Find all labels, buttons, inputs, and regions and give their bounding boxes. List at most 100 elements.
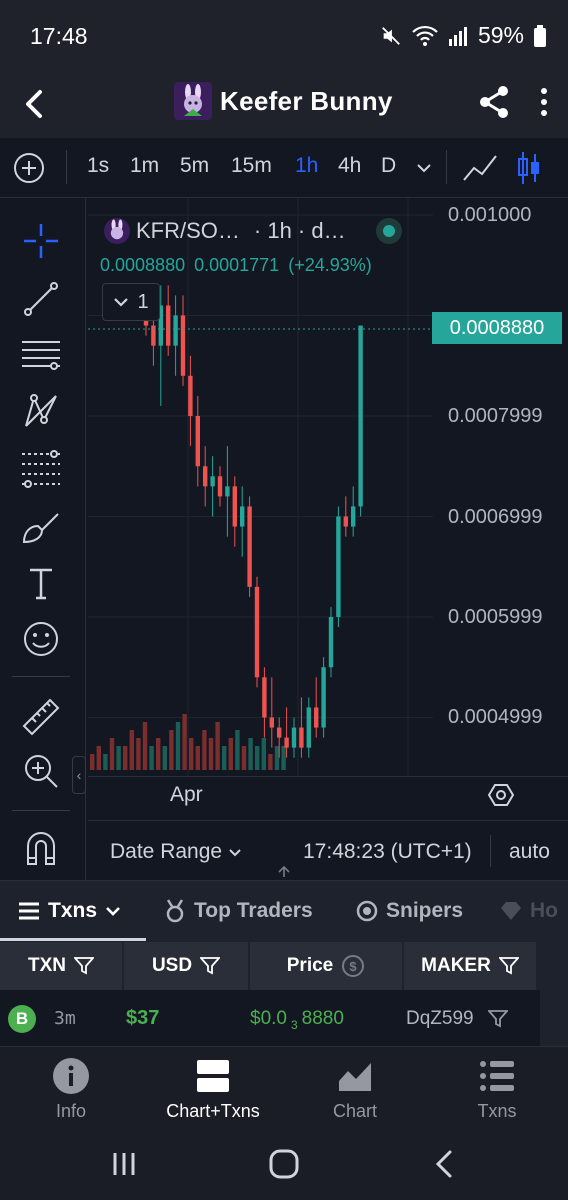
filter-icon[interactable]	[488, 1009, 508, 1029]
system-back-icon[interactable]	[430, 1148, 458, 1180]
recent-apps-icon[interactable]	[110, 1150, 138, 1178]
brush-icon[interactable]	[20, 506, 62, 548]
candle-body[interactable]	[217, 476, 223, 497]
timeframe-15m[interactable]: 15m	[231, 154, 272, 178]
candle-body[interactable]	[277, 727, 282, 738]
line-chart-icon[interactable]	[462, 152, 498, 184]
share-icon[interactable]	[476, 84, 512, 120]
indicator-toggle[interactable]: 1	[102, 283, 160, 321]
candle-body[interactable]	[188, 375, 193, 416]
time-axis-label: Apr	[170, 783, 203, 806]
text-tool-icon[interactable]	[20, 562, 62, 604]
date-range-button[interactable]: Date Range	[110, 840, 242, 864]
col-txn[interactable]: TXN	[0, 942, 122, 990]
toolbar-divider	[66, 150, 67, 184]
col-usd[interactable]: USD	[124, 942, 248, 990]
table-row[interactable]: B 3m $37 $0.0 3 8880 DqZ599	[0, 990, 540, 1046]
nav-txns[interactable]: Txns	[437, 1057, 557, 1122]
candle-body[interactable]	[166, 305, 171, 346]
trend-line-icon[interactable]	[20, 278, 62, 320]
chart-legend[interactable]: KFR/SO… · 1h · d…	[104, 218, 402, 244]
fib-retracement-icon[interactable]	[20, 448, 62, 490]
candle-body[interactable]	[180, 315, 186, 376]
timeframe-1h[interactable]: 1h	[295, 154, 318, 178]
volume-bar	[162, 746, 167, 770]
nav-label: Chart	[332, 1101, 377, 1121]
active-tab-indicator	[0, 938, 146, 941]
candle-body[interactable]	[210, 476, 215, 487]
nav-chart-txns[interactable]: Chart+Txns	[153, 1057, 273, 1122]
candle-body[interactable]	[321, 667, 326, 728]
tab-txns[interactable]: Txns	[18, 899, 121, 923]
split-view-icon	[197, 1060, 229, 1092]
volume-bar	[156, 738, 161, 770]
chart-settings-icon[interactable]	[488, 782, 514, 808]
candle-body[interactable]	[351, 506, 356, 527]
candle-body[interactable]	[291, 727, 297, 748]
candle-body[interactable]	[269, 717, 274, 728]
candle-body[interactable]	[306, 707, 311, 748]
candle-body[interactable]	[203, 466, 208, 487]
txn-maker[interactable]: DqZ599	[406, 1008, 474, 1030]
volume-bar	[96, 746, 101, 770]
tab-holders[interactable]: Ho	[500, 899, 558, 923]
tab-top-traders[interactable]: Top Traders	[164, 899, 313, 923]
battery-percent: 59%	[477, 22, 524, 48]
zoom-in-icon[interactable]	[20, 750, 62, 792]
candle-body[interactable]	[314, 707, 319, 728]
pattern-icon[interactable]	[20, 390, 62, 432]
candle-body[interactable]	[254, 586, 260, 678]
collapse-toolbar-handle[interactable]: ‹	[72, 756, 86, 794]
parallel-lines-icon[interactable]	[20, 334, 62, 376]
candle-body[interactable]	[240, 506, 245, 527]
emoji-icon[interactable]	[20, 618, 62, 660]
candle-body[interactable]	[343, 516, 348, 527]
volume-bar	[195, 746, 200, 770]
wifi-icon	[412, 25, 438, 46]
tab-snipers[interactable]: Snipers	[356, 899, 463, 923]
scale-auto-button[interactable]: auto	[509, 840, 550, 864]
app-header: Keefer Bunny	[0, 72, 568, 138]
candle-body[interactable]	[299, 727, 304, 748]
volume-bar	[175, 722, 181, 770]
timeframe-4h[interactable]: 4h	[338, 154, 361, 178]
nav-chart[interactable]: Chart	[295, 1057, 415, 1122]
col-maker[interactable]: MAKER	[404, 942, 536, 990]
candle-body[interactable]	[173, 315, 178, 346]
status-time: 17:48	[30, 23, 88, 49]
magnet-icon[interactable]	[20, 828, 62, 870]
timeframe-5m[interactable]: 5m	[180, 154, 209, 178]
legend-change-pct: (+24.93%)	[288, 255, 372, 275]
chevron-down-icon[interactable]	[416, 162, 432, 174]
more-options-icon[interactable]	[536, 84, 552, 120]
timeframe-1m[interactable]: 1m	[130, 154, 159, 178]
price-prefix: $0.0	[250, 1008, 287, 1029]
timeframe-1s[interactable]: 1s	[87, 154, 109, 178]
candle-body[interactable]	[262, 677, 267, 718]
ruler-icon[interactable]	[20, 696, 62, 738]
crosshair-icon[interactable]	[20, 220, 62, 262]
candle-body[interactable]	[284, 737, 289, 748]
candle-body[interactable]	[336, 516, 341, 618]
col-label: MAKER	[421, 955, 491, 976]
nav-info[interactable]: Info	[11, 1057, 131, 1122]
back-icon[interactable]	[18, 86, 54, 122]
home-icon[interactable]	[268, 1148, 300, 1180]
candle-body[interactable]	[225, 486, 230, 497]
col-price[interactable]: Price $	[250, 942, 402, 990]
candlestick-chart[interactable]	[88, 198, 568, 776]
medal-icon	[166, 899, 184, 923]
timeframe-d[interactable]: D	[381, 154, 396, 178]
info-icon	[53, 1058, 89, 1094]
candle-body[interactable]	[195, 416, 200, 467]
candlestick-icon[interactable]	[516, 150, 542, 186]
add-indicator-icon[interactable]	[13, 152, 45, 184]
candle-body[interactable]	[358, 325, 363, 507]
candle-body[interactable]	[328, 617, 334, 668]
candle-body[interactable]	[232, 486, 237, 527]
volume-bar	[248, 738, 253, 770]
candle-body[interactable]	[247, 506, 252, 587]
last-price-label: 0.0008880	[432, 312, 562, 344]
chevron-down-icon	[106, 907, 120, 916]
chart-footer: Date Range 17:48:23 (UTC+1) auto	[88, 820, 568, 880]
